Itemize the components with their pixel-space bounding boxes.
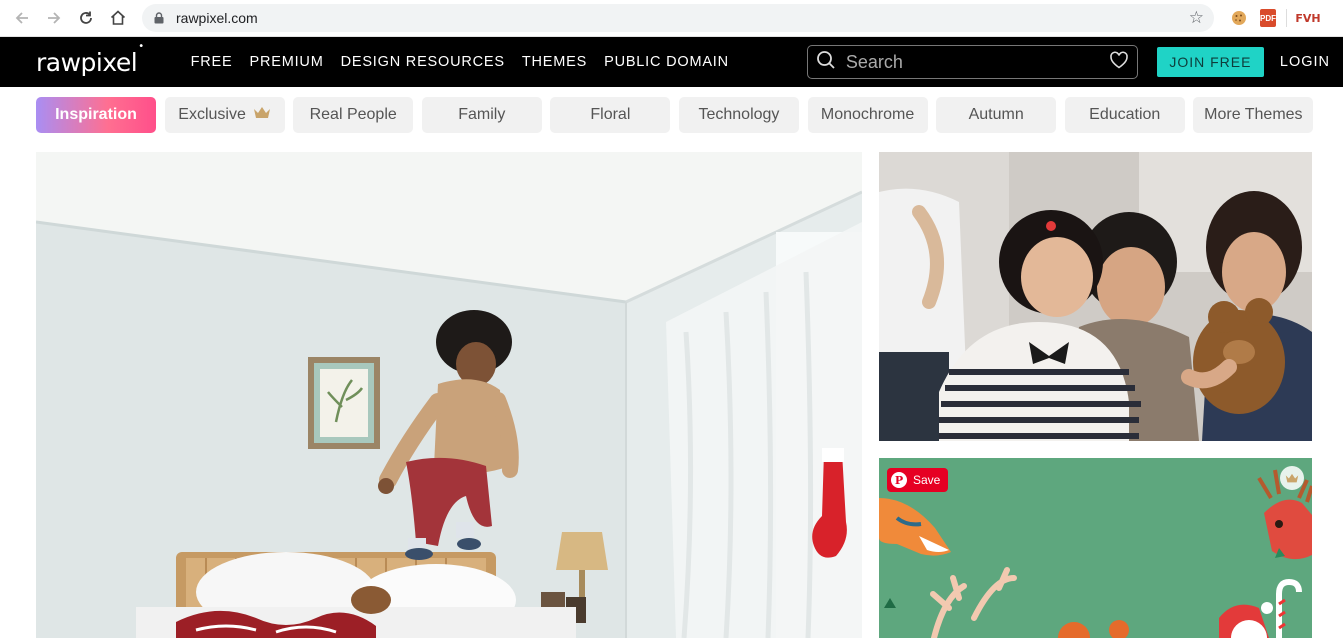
bookmark-star-icon[interactable]: ☆ [1189,8,1204,28]
photo-child-jumping-on-bed[interactable] [36,152,862,638]
main-nav: FREE PREMIUM DESIGN RESOURCES THEMES PUB… [191,54,746,70]
nav-premium[interactable]: PREMIUM [250,54,324,70]
url-text: rawpixel.com [176,10,258,26]
photo-christmas-illustration[interactable]: P Save [879,458,1312,638]
chip-education[interactable]: Education [1064,97,1185,133]
chip-real-people[interactable]: Real People [293,97,414,133]
toolbar-divider [1286,9,1287,27]
chip-family[interactable]: Family [421,97,542,133]
photo-family-laughing[interactable] [879,152,1312,441]
chip-label: Inspiration [55,106,137,123]
chip-label: Family [458,106,506,123]
forward-arrow-icon[interactable] [38,2,70,34]
rawpixel-logo[interactable]: rawpixel• [36,41,144,77]
pinterest-save-button[interactable]: P Save [887,468,949,492]
chip-label: Technology [698,106,780,123]
home-icon[interactable] [102,2,134,34]
logo-mark: • [138,41,144,53]
nav-themes[interactable]: THEMES [522,54,587,70]
chip-floral[interactable]: Floral [550,97,671,133]
chip-inspiration[interactable]: Inspiration [36,97,156,133]
address-bar[interactable]: rawpixel.com ☆ [142,4,1214,32]
chip-exclusive[interactable]: Exclusive [164,97,285,133]
browser-toolbar: rawpixel.com ☆ PDF FVH [0,0,1343,37]
join-free-button[interactable]: JOIN FREE [1156,47,1264,77]
nav-free[interactable]: FREE [191,54,233,70]
search-icon [816,50,836,75]
premium-crown-icon [1280,466,1304,490]
fvh-extension-icon[interactable]: FVH [1295,7,1320,29]
chip-label: Real People [309,106,397,123]
heart-icon[interactable] [1109,51,1129,74]
chip-monochrome[interactable]: Monochrome [807,97,928,133]
crown-icon [253,106,271,125]
chip-label: Monochrome [820,106,915,123]
chip-label: Autumn [968,106,1024,123]
nav-public-domain[interactable]: PUBLIC DOMAIN [604,54,729,70]
reload-icon[interactable] [70,2,102,34]
chip-technology[interactable]: Technology [678,97,799,133]
search-input[interactable]: Search [806,45,1138,79]
theme-chips: Inspiration Exclusive Real People Family… [36,97,1322,133]
chip-autumn[interactable]: Autumn [936,97,1057,133]
save-label: Save [913,473,941,487]
nav-design-resources[interactable]: DESIGN RESOURCES [341,54,505,70]
chip-more-themes[interactable]: More Themes [1193,97,1314,133]
chip-label: Floral [590,106,631,123]
chip-label: Exclusive [178,106,246,123]
site-header: rawpixel• FREE PREMIUM DESIGN RESOURCES … [0,37,1343,87]
search-placeholder: Search [845,51,903,72]
pinterest-icon: P [891,472,907,488]
cookie-extension-icon[interactable] [1228,7,1250,29]
login-button[interactable]: LOGIN [1280,54,1330,70]
chip-label: Education [1089,106,1161,123]
chip-label: More Themes [1204,106,1303,123]
pdf-extension-icon[interactable]: PDF [1260,9,1276,27]
logo-text: rawpixel [36,47,138,77]
back-arrow-icon[interactable] [6,2,38,34]
lock-icon [152,11,166,25]
